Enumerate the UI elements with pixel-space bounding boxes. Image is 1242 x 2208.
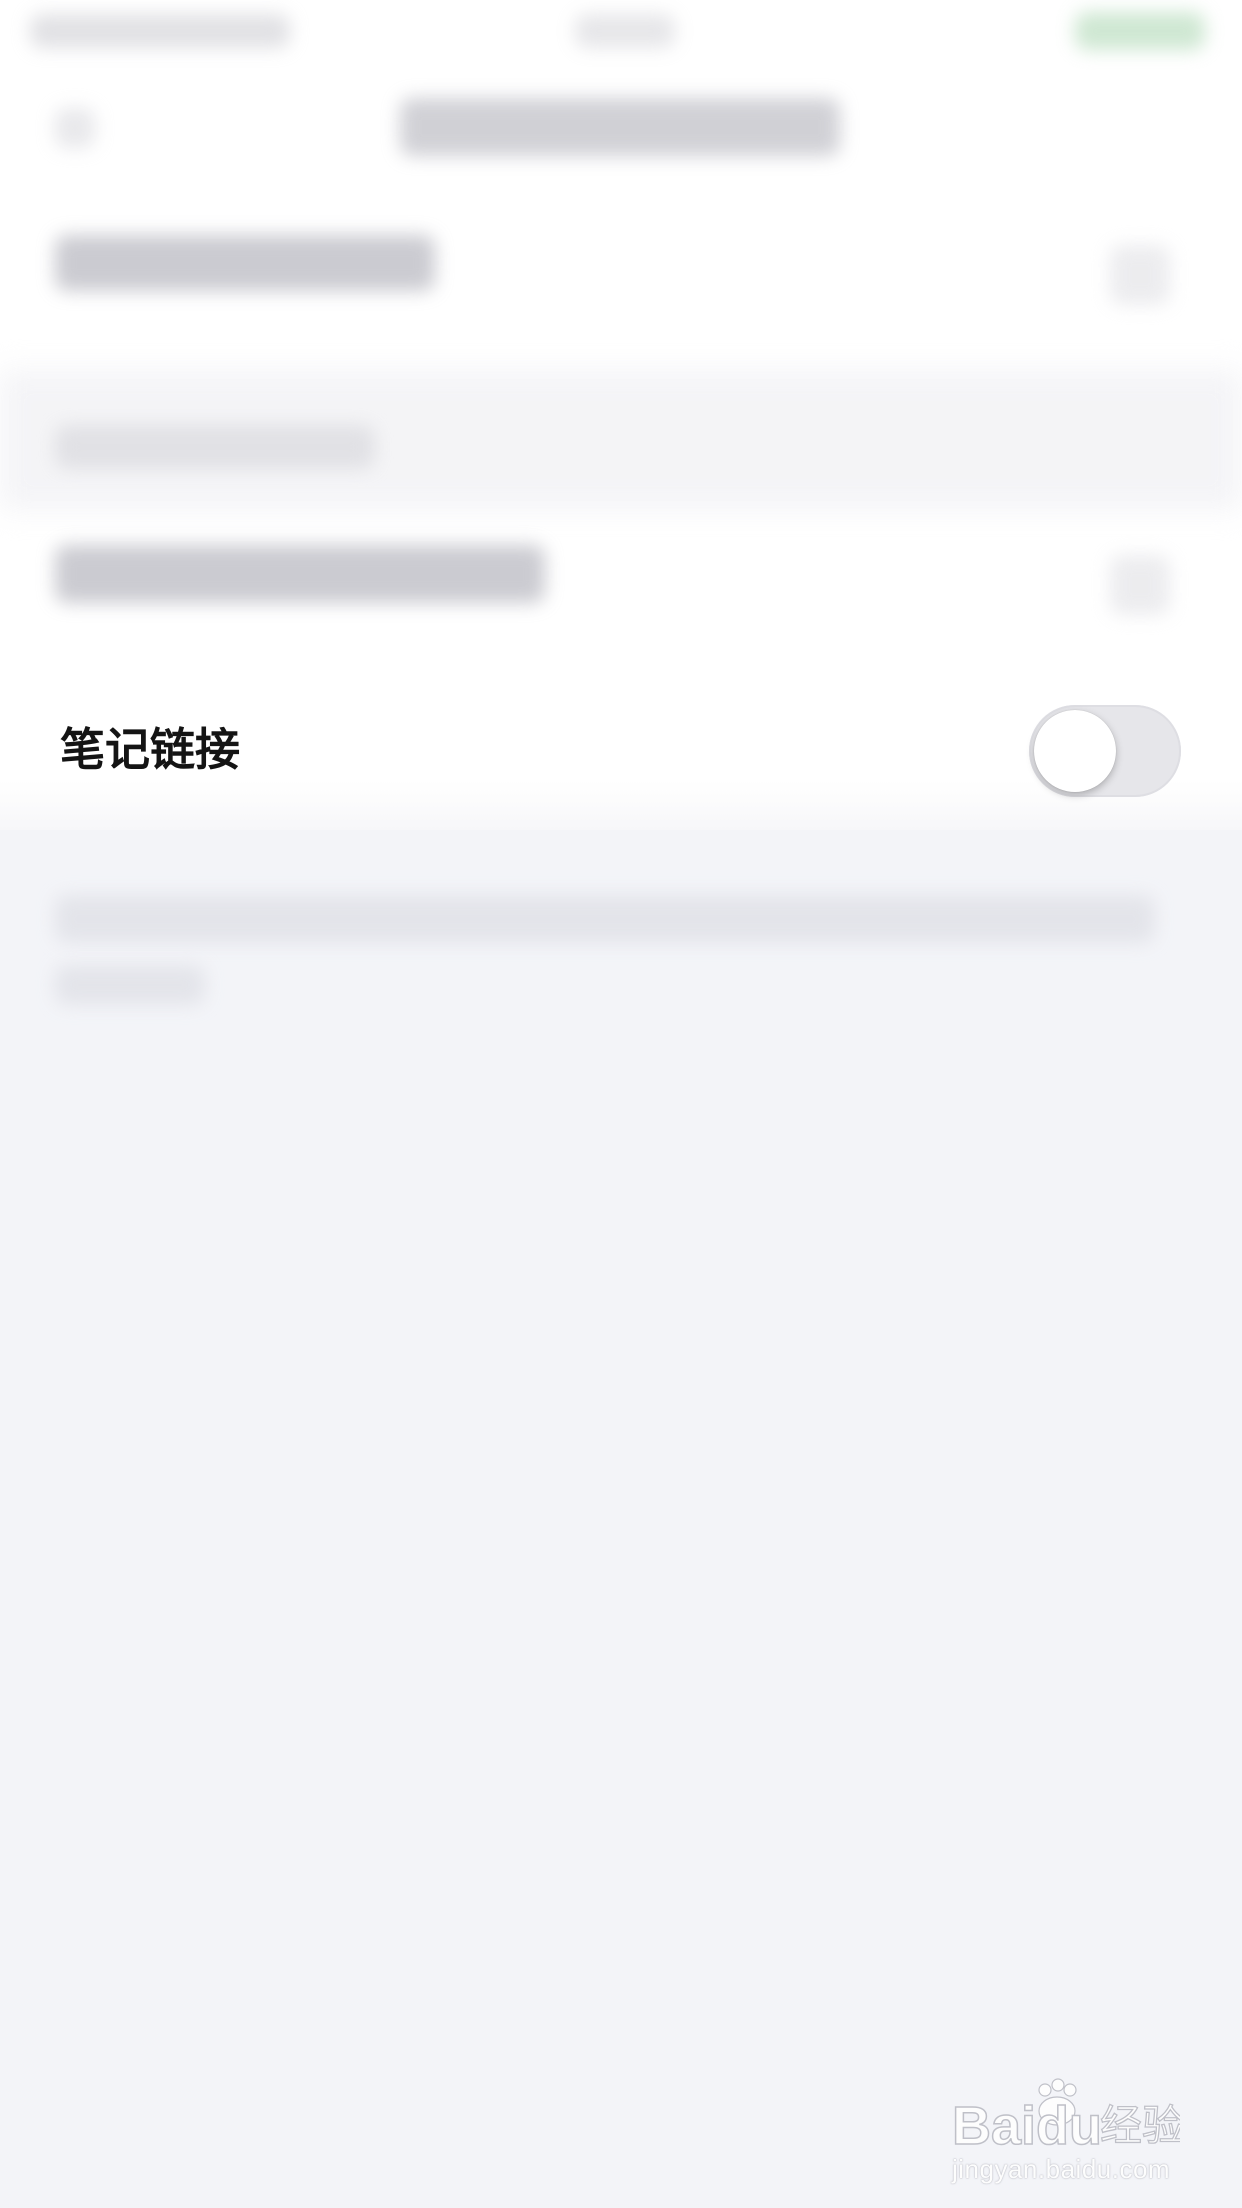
svg-text:经验: 经验 [1100,2101,1180,2150]
svg-text:Bai: Bai [952,2096,1036,2156]
battery-icon [1075,12,1205,50]
baidu-jingyan-watermark: Bai du 经验 jingyan.baidu.com [950,2070,1230,2185]
baidu-logo: Bai du 经验 [951,2078,1180,2156]
chevron-right-icon [1110,245,1170,305]
settings-row-1-label[interactable] [55,235,435,291]
toggle-knob [1034,710,1116,792]
status-bar-carrier [30,14,290,48]
watermark-url: jingyan.baidu.com [952,2154,1171,2184]
chevron-right-icon [1110,555,1170,615]
note-link-row: 笔记链接 [0,690,1242,810]
status-bar-time [575,14,675,48]
back-arrow-icon[interactable] [55,108,95,148]
description-text-line [55,895,1155,943]
svg-text:du: du [1036,2096,1102,2156]
note-link-label: 笔记链接 [60,723,241,776]
nav-title [400,98,840,156]
description-text-line [55,965,205,1005]
section-header [55,425,375,469]
note-link-toggle[interactable] [1029,705,1181,797]
settings-row-2-label[interactable] [55,545,545,603]
